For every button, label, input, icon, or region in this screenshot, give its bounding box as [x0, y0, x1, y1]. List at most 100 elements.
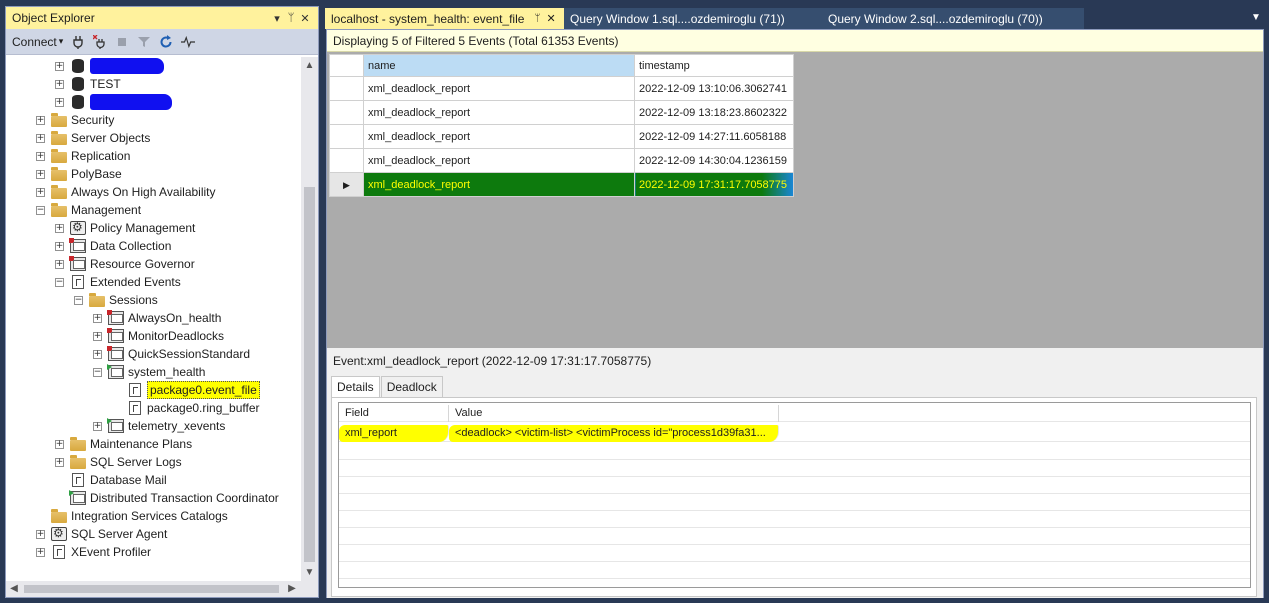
scroll-left-icon[interactable]: ◀ — [6, 581, 22, 597]
expand-icon[interactable]: + — [93, 313, 102, 323]
tree-node[interactable]: + Maintenance Plans — [55, 435, 192, 453]
event-row[interactable]: ▶ xml_deadlock_report 2022-12-09 17:31:17.… — [329, 172, 794, 197]
event-timestamp-cell[interactable]: 2022-12-09 14:27:11.6058188 — [634, 124, 794, 149]
expand-icon[interactable]: + — [55, 79, 64, 89]
pin-icon[interactable]: ᛘ — [534, 13, 540, 24]
expand-icon[interactable]: + — [36, 547, 45, 557]
tree-node[interactable]: − Sessions — [74, 291, 158, 309]
scroll-up-icon[interactable]: ▲ — [301, 57, 318, 74]
row-header[interactable] — [329, 100, 364, 125]
tab-overflow-menu-icon[interactable]: ▼ — [1251, 12, 1261, 23]
tree-node[interactable]: + telemetry_xevents — [93, 417, 225, 435]
connect-plug-icon[interactable] — [71, 35, 85, 49]
expand-icon[interactable]: + — [55, 457, 64, 467]
tree-node[interactable]: + Security — [36, 111, 114, 129]
tree-node[interactable]: − Extended Events — [55, 273, 181, 291]
event-timestamp-cell[interactable]: 2022-12-09 14:30:04.1236159 — [634, 148, 794, 173]
event-name-cell[interactable]: xml_deadlock_report — [363, 100, 635, 125]
close-icon[interactable]: ✕ — [546, 12, 555, 25]
tree-node[interactable]: Integration Services Catalogs — [36, 507, 228, 525]
collapse-icon[interactable]: − — [55, 277, 64, 287]
scroll-right-icon[interactable]: ▶ — [284, 581, 300, 597]
window-position-dropdown-icon[interactable]: ▾ — [270, 12, 284, 25]
collapse-icon[interactable]: − — [36, 205, 45, 215]
expand-icon[interactable]: + — [93, 349, 102, 359]
tree-node[interactable]: + SQL Server Logs — [55, 453, 182, 471]
tree-node[interactable]: + — [55, 57, 164, 75]
row-header[interactable]: ▶ — [329, 172, 364, 197]
row-header[interactable] — [329, 148, 364, 173]
tree-node[interactable]: + Server Objects — [36, 129, 150, 147]
expand-icon[interactable]: + — [36, 133, 45, 143]
tree-node[interactable]: + PolyBase — [36, 165, 122, 183]
expand-icon[interactable]: + — [55, 259, 64, 269]
auto-hide-pin-icon[interactable]: ᛘ — [284, 12, 298, 24]
tree-vertical-scrollbar[interactable]: ▲ ▼ — [301, 57, 318, 581]
collapse-icon[interactable]: − — [93, 367, 102, 377]
expand-icon[interactable]: + — [55, 97, 64, 107]
event-timestamp-cell[interactable]: 2022-12-09 13:10:06.3062741 — [634, 76, 794, 101]
tree-node[interactable]: − system_health — [93, 363, 205, 381]
stop-icon[interactable] — [115, 35, 129, 49]
tree-node[interactable]: + TEST — [55, 75, 121, 93]
event-row[interactable]: xml_deadlock_report 2022-12-09 14:30:04.1… — [329, 148, 794, 173]
tree-node[interactable]: + XEvent Profiler — [36, 543, 151, 561]
expand-icon[interactable]: + — [55, 439, 64, 449]
disconnect-icon[interactable] — [93, 34, 107, 49]
close-icon[interactable]: ✕ — [298, 12, 312, 25]
tree-node[interactable]: + SQL Server Agent — [36, 525, 167, 543]
tree-node[interactable]: + Data Collection — [55, 237, 171, 255]
tree-node[interactable]: + Replication — [36, 147, 130, 165]
expand-icon[interactable]: + — [36, 529, 45, 539]
tree-horizontal-scrollbar[interactable]: ◀ ▶ — [6, 581, 318, 597]
event-name-cell[interactable]: xml_deadlock_report — [363, 76, 635, 101]
event-row[interactable]: xml_deadlock_report 2022-12-09 13:10:06.3… — [329, 76, 794, 101]
event-row[interactable]: xml_deadlock_report 2022-12-09 13:18:23.8… — [329, 100, 794, 125]
expand-icon[interactable]: + — [36, 151, 45, 161]
expand-icon[interactable]: + — [93, 331, 102, 341]
connect-button[interactable]: Connect ▾ — [12, 35, 63, 49]
event-name-cell[interactable]: xml_deadlock_report — [363, 148, 635, 173]
event-timestamp-cell[interactable]: 2022-12-09 17:31:17.7058775 — [634, 172, 794, 197]
tab-query-window-2[interactable]: Query Window 2.sql....ozdemiroglu (70)) — [826, 8, 1084, 29]
tree-node[interactable]: + AlwaysOn_health — [93, 309, 221, 327]
event-timestamp-cell[interactable]: 2022-12-09 13:18:23.8602322 — [634, 100, 794, 125]
tree-node[interactable]: package0.event_file — [112, 381, 260, 399]
expand-icon[interactable]: + — [55, 223, 64, 233]
tree-node[interactable]: + Always On High Availability — [36, 183, 216, 201]
expand-icon[interactable]: + — [36, 169, 45, 179]
scrollbar-thumb[interactable] — [24, 585, 279, 593]
expand-icon[interactable]: + — [55, 241, 64, 251]
tree-node[interactable]: Database Mail — [55, 471, 167, 489]
expand-icon[interactable]: + — [55, 61, 64, 71]
tree-node[interactable]: + Policy Management — [55, 219, 195, 237]
expand-icon[interactable]: + — [36, 187, 45, 197]
tree-node[interactable]: − Management — [36, 201, 141, 219]
scrollbar-thumb[interactable] — [304, 187, 315, 562]
column-header-timestamp[interactable]: timestamp — [634, 54, 794, 77]
row-header[interactable] — [329, 76, 364, 101]
tree-node[interactable]: package0.ring_buffer — [112, 399, 260, 417]
tab-system-health-event-file[interactable]: localhost - system_health: event_file ᛘ … — [325, 8, 564, 29]
event-row[interactable]: xml_deadlock_report 2022-12-09 14:27:11.6… — [329, 124, 794, 149]
details-row[interactable]: xml_report <deadlock> <victim-list> <vic… — [339, 425, 1250, 442]
tree-node[interactable]: + Resource Governor — [55, 255, 195, 273]
event-name-cell[interactable]: xml_deadlock_report — [363, 172, 635, 197]
tree-node[interactable]: + MonitorDeadlocks — [93, 327, 224, 345]
scroll-down-icon[interactable]: ▼ — [301, 564, 318, 581]
refresh-icon[interactable] — [159, 34, 173, 49]
tab-deadlock[interactable]: Deadlock — [380, 376, 443, 398]
column-header-name[interactable]: name — [363, 54, 635, 77]
tree-node[interactable]: + QuickSessionStandard — [93, 345, 250, 363]
column-header-field[interactable]: Field — [339, 405, 449, 422]
filter-icon[interactable] — [137, 35, 151, 49]
tree-node[interactable]: + — [55, 93, 172, 111]
row-header[interactable] — [329, 124, 364, 149]
event-name-cell[interactable]: xml_deadlock_report — [363, 124, 635, 149]
tree-node[interactable]: Distributed Transaction Coordinator — [55, 489, 279, 507]
expand-icon[interactable]: + — [93, 421, 102, 431]
activity-monitor-icon[interactable] — [181, 35, 196, 49]
column-header-value[interactable]: Value — [449, 405, 779, 422]
collapse-icon[interactable]: − — [74, 295, 83, 305]
tab-details[interactable]: Details — [331, 376, 380, 398]
